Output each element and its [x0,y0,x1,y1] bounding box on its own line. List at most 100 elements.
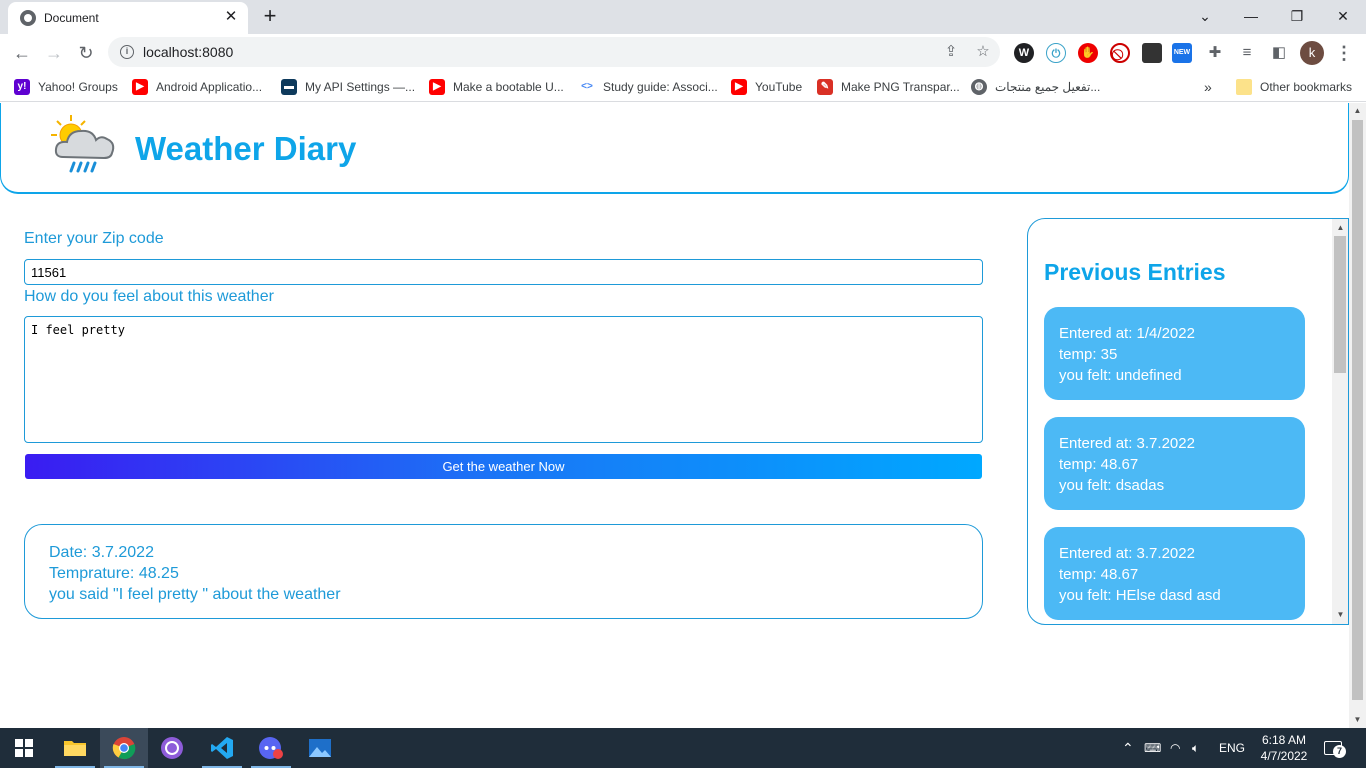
bookmark-label: Study guide: Associ... [603,80,718,94]
chrome-icon [112,737,136,760]
yahoo-icon: y! [14,79,30,95]
forward-arrow-icon[interactable]: → [40,39,68,67]
power-extension-icon[interactable]: ⏻ [1046,43,1066,63]
bookmark-bootable-usb[interactable]: ▶ Make a bootable U... [429,76,564,98]
other-bookmarks-folder[interactable]: Other bookmarks [1236,76,1352,98]
result-content: you said "I feel pretty " about the weat… [49,586,341,603]
wordpress-extension-icon[interactable]: W [1014,43,1034,63]
bookmark-label: YouTube [755,80,803,94]
zip-input[interactable] [24,259,983,285]
entries-title: Previous Entries [1044,259,1226,285]
windows-taskbar: ⌃ ⌨ ◠ 🔈︎ ENG 6:18 AM 4/7/2022 7 [0,728,1366,768]
get-weather-button[interactable]: Get the weather Now [25,454,982,479]
feelings-textarea[interactable]: I feel pretty [24,316,983,443]
more-bookmarks-chevron-icon[interactable]: » [1204,76,1212,98]
clipboard-extension-icon[interactable] [1142,43,1162,63]
bookmark-yahoo-groups[interactable]: y! Yahoo! Groups [14,76,118,98]
address-bar[interactable]: i localhost:8080 ⇪ ☆ [108,37,1000,67]
back-arrow-icon[interactable]: ← [8,39,36,67]
vscode-button[interactable] [198,728,246,768]
chrome-taskbar-button[interactable] [100,728,148,768]
file-explorer-button[interactable] [51,728,99,768]
bookmark-label: Android Applicatio... [156,80,263,94]
youtube-icon: ▶ [429,79,445,95]
share-icon[interactable]: ⇪ [942,43,960,61]
scroll-down-arrow-icon[interactable]: ▼ [1349,713,1366,727]
youtube-icon: ▶ [731,79,747,95]
browser-tab[interactable]: Document ✕ [8,2,248,34]
bookmark-label: Make a bootable U... [453,80,564,94]
entry-card: Entered at: 3.7.2022 temp: 48.67 you fel… [1044,417,1305,510]
clock[interactable]: 6:18 AM 4/7/2022 [1252,732,1316,764]
chrome-menu-icon[interactable]: ⋮ [1334,41,1354,65]
adblock-extension-icon[interactable]: ✋ [1078,43,1098,63]
close-tab-icon[interactable]: ✕ [222,8,240,26]
discord-icon [259,737,283,759]
scroll-down-arrow-icon[interactable]: ▼ [1332,608,1348,622]
entry-card: Entered at: 3.7.2022 temp: 48.67 you fel… [1044,527,1305,620]
clock-time: 6:18 AM [1261,733,1307,747]
tool-icon: ✎ [817,79,833,95]
notification-center-button[interactable]: 7 [1324,728,1346,768]
discord-button[interactable] [247,728,295,768]
folder-icon [1236,79,1252,95]
browser-toolbar: ← → ↻ i localhost:8080 ⇪ ☆ W ⏻ ✋ ⃠ NEW ✚… [0,34,1366,72]
entries-scroll-thumb[interactable] [1334,236,1346,373]
globe-icon [20,10,36,26]
vscode-icon [211,737,233,759]
input-method-icon[interactable]: ⌨ [1144,728,1161,768]
photos-button[interactable] [296,728,344,768]
minimize-button[interactable]: — [1236,4,1266,28]
tab-search-icon[interactable]: ⌄ [1190,4,1220,28]
site-info-icon[interactable]: i [120,45,134,59]
bookmarks-bar: y! Yahoo! Groups ▶ Android Applicatio...… [0,72,1366,102]
close-window-button[interactable]: ✕ [1328,4,1358,28]
wifi-icon[interactable]: ◠ [1170,728,1180,768]
entry-feel: you felt: HElse dasd asd [1059,587,1221,604]
app-title: Weather Diary [135,130,357,167]
page-scrollbar[interactable]: ▲ ▼ [1349,103,1366,728]
bookmark-star-icon[interactable]: ☆ [974,43,992,61]
side-panel-icon[interactable]: ◧ [1270,44,1288,62]
entry-card: Entered at: 1/4/2022 temp: 35 you felt: … [1044,307,1305,400]
other-bookmarks-label: Other bookmarks [1260,80,1353,94]
entries-scrollbar[interactable]: ▲ ▼ [1332,219,1348,624]
show-hidden-icons-chevron-icon[interactable]: ⌃ [1122,728,1134,768]
maximize-button[interactable]: ❐ [1282,4,1312,28]
extensions-puzzle-icon[interactable]: ✚ [1206,44,1224,62]
bookmark-youtube[interactable]: ▶ YouTube [731,76,802,98]
tab-title: Document [44,11,99,25]
google-code-icon: <> [579,79,595,95]
bookmark-label: Make PNG Transpar... [841,80,960,94]
bookmark-make-png-transparent[interactable]: ✎ Make PNG Transpar... [817,76,960,98]
profile-avatar[interactable]: k [1300,41,1324,65]
folder-icon [64,741,86,756]
result-date: Date: 3.7.2022 [49,544,154,561]
bookmark-arabic-products[interactable]: ◍ تفعيل جميع منتجات... [971,76,1100,98]
youtube-icon: ▶ [132,79,148,95]
github-desktop-button[interactable] [148,728,196,768]
page-scroll-thumb[interactable] [1352,120,1363,700]
api-icon: ▬ [281,79,297,95]
new-tab-button[interactable]: + [258,4,282,28]
start-button[interactable] [0,728,48,768]
bookmark-study-guide[interactable]: <> Study guide: Associ... [579,76,718,98]
scroll-up-arrow-icon[interactable]: ▲ [1349,104,1366,118]
block-extension-icon[interactable]: ⃠ [1110,43,1130,63]
bookmark-my-api-settings[interactable]: ▬ My API Settings —... [281,76,415,98]
language-indicator[interactable]: ENG [1219,728,1245,768]
url-text[interactable]: localhost:8080 [143,44,233,60]
app-header: Weather Diary [0,103,1349,194]
new-badge-extension-icon[interactable]: NEW [1172,43,1192,63]
reload-icon[interactable]: ↻ [72,39,100,67]
entry-date: Entered at: 3.7.2022 [1059,435,1195,452]
scroll-up-arrow-icon[interactable]: ▲ [1332,221,1348,235]
entry-feel: you felt: undefined [1059,367,1182,384]
clock-date: 4/7/2022 [1260,749,1308,763]
bookmark-android-applications[interactable]: ▶ Android Applicatio... [132,76,262,98]
bookmark-label: Yahoo! Groups [38,80,118,94]
bookmark-label: My API Settings —... [305,80,416,94]
previous-entries-panel[interactable]: Previous Entries Entered at: 1/4/2022 te… [1027,218,1349,625]
volume-icon[interactable]: 🔈︎ [1192,728,1199,768]
media-queue-icon[interactable]: ≡ [1238,44,1256,62]
